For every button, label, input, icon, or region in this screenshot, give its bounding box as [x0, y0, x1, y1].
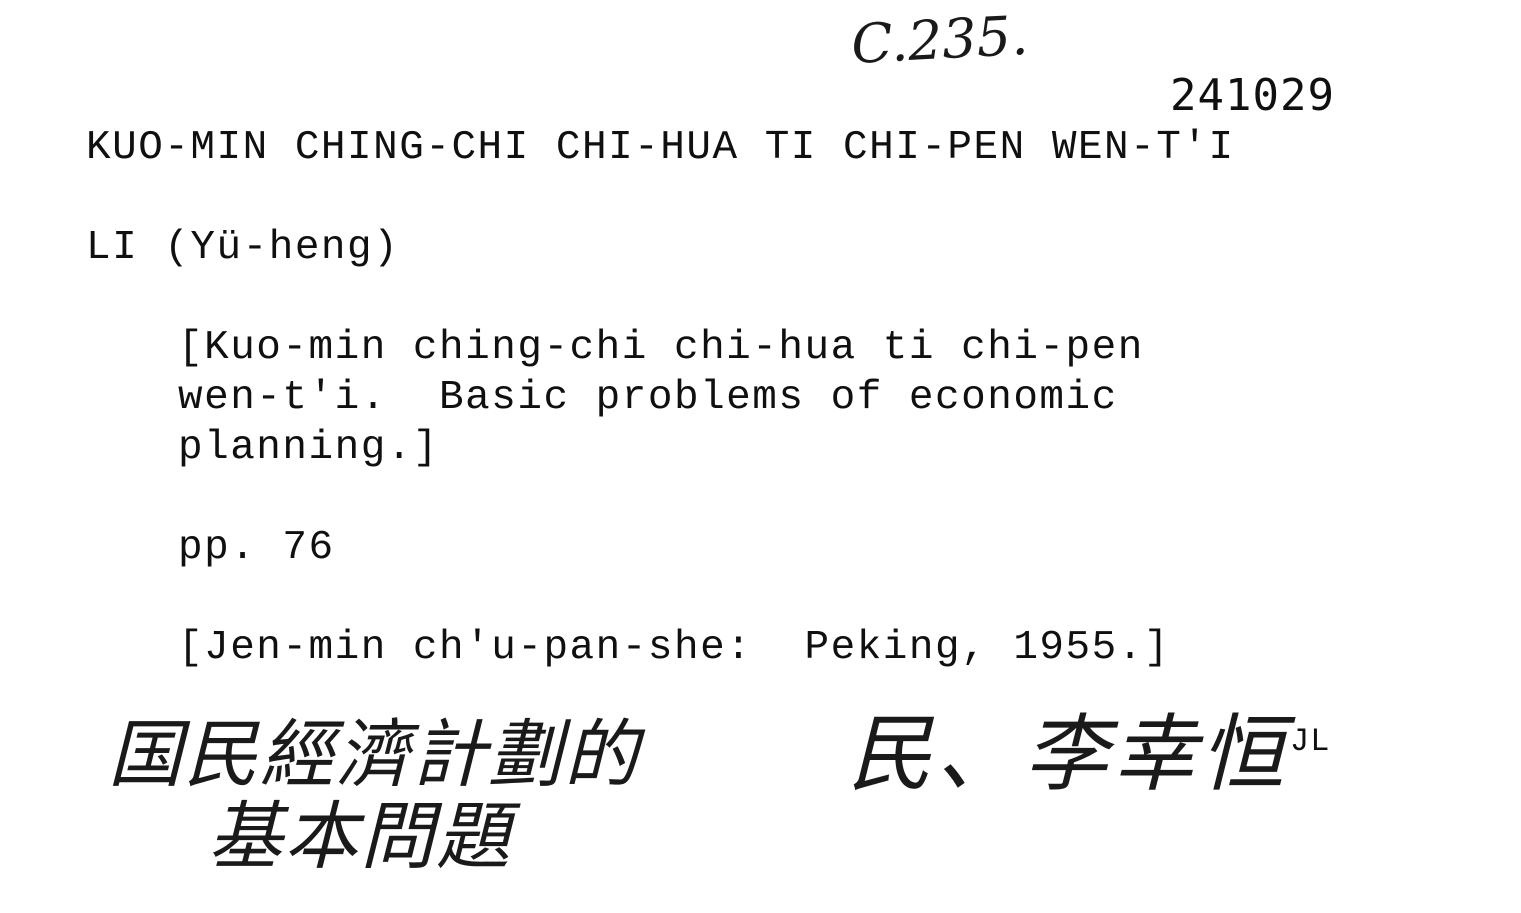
bracketed-title-line-2: wen-t'i. Basic problems of economic — [178, 375, 1118, 421]
romanized-title-heading: KUO-MIN CHING-CHI CHI-HUA TI CHI-PEN WEN… — [86, 125, 1235, 171]
bracketed-title-line-3: planning.] — [178, 425, 440, 471]
catalog-card: C.235. 241029 KUO-MIN CHING-CHI CHI-HUA … — [0, 0, 1521, 913]
cataloger-initials: JL — [1290, 723, 1331, 760]
bracketed-title-line-1: [Kuo-min ching-chi chi-hua ti chi-pen — [178, 325, 1144, 371]
accession-number: 241029 — [1170, 70, 1335, 121]
imprint: [Jen-min ch'u-pan-she: Peking, 1955.] — [178, 625, 1170, 671]
handwritten-chinese-title-line-2: 基本問題 — [208, 794, 512, 880]
handwritten-chinese-author: 民、李幸恒 — [848, 705, 1289, 803]
author-name: LI (Yü-heng) — [86, 225, 400, 271]
handwritten-shelfmark: C.235. — [849, 3, 1030, 76]
page-count: pp. 76 — [178, 525, 335, 571]
handwritten-chinese-title-line-1: 国民經濟計劃的 — [108, 712, 640, 798]
